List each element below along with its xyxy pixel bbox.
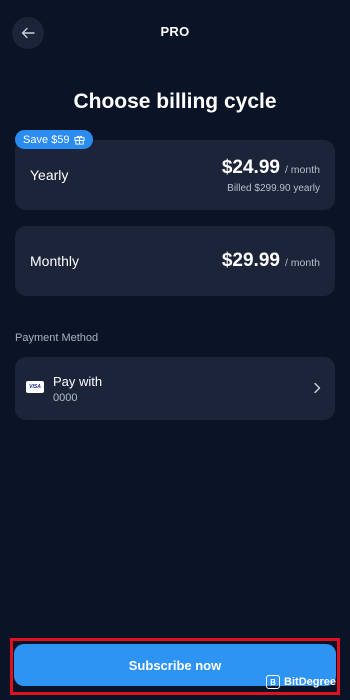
plan-price: $24.99 [221,157,280,178]
price-row: $29.99 / month [222,250,320,272]
page-title: Choose billing cycle [73,90,277,113]
plan-price: $29.99 [221,250,280,271]
payment-method-label: Payment Method [15,332,99,344]
plan-name: Yearly [30,167,69,183]
gift-icon [74,135,86,145]
pay-with-label: Pay with [53,374,103,389]
watermark-text: BitDegree [284,676,336,688]
visa-card-icon: VISA [26,381,44,393]
header-title: PRO [160,24,190,39]
plan-option-monthly[interactable]: Monthly $29.99 / month [15,226,335,296]
payment-method-row[interactable]: VISA Pay with 0000 [15,357,335,420]
watermark: B BitDegree [266,675,336,689]
card-number: 0000 [53,392,78,404]
save-badge: Save $59 [15,130,94,149]
price-row: $24.99 / month [222,157,320,179]
billing-note: Billed $299.90 yearly [227,183,320,194]
plan-period: / month [284,257,320,269]
save-badge-label: Save $59 [23,133,70,146]
plan-name: Monthly [30,253,80,269]
bitdegree-logo-icon: B [266,675,281,689]
plan-period: / month [284,164,320,176]
chevron-right-icon [314,382,321,394]
plan-option-yearly[interactable]: Yearly $24.99 / month Billed $299.90 yea… [15,140,335,210]
